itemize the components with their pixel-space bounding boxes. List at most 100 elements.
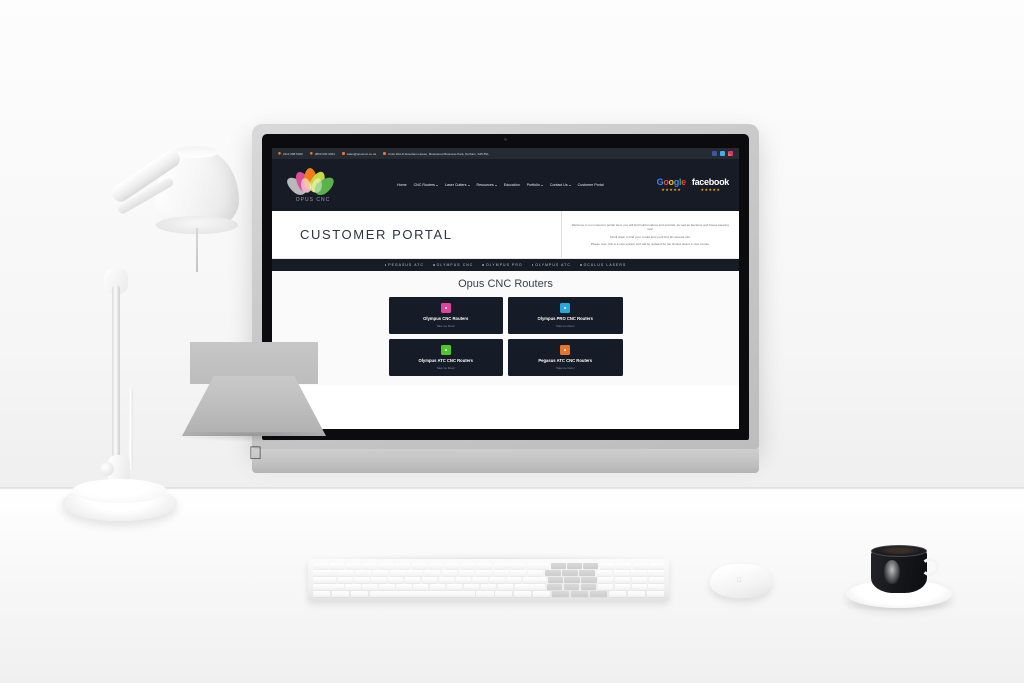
bullet-icon xyxy=(433,264,435,266)
topbar-address-label: Units 20A-D Evesham House, Meanwood Busi… xyxy=(388,151,489,156)
site-logo[interactable]: OPUS CNC xyxy=(282,167,344,203)
card-olympus-cnc-routers-title: Olympus CNC Routers xyxy=(423,316,469,321)
apple-magic-keyboard[interactable] xyxy=(308,559,669,601)
strip-link-olympus-cnc[interactable]: OLYMPUS CNC xyxy=(433,263,473,267)
facebook-icon[interactable] xyxy=(712,151,717,156)
topbar-email[interactable]: sales@opuscnc.co.uk xyxy=(341,151,377,156)
keyboard-rows xyxy=(313,563,665,597)
instagram-icon[interactable] xyxy=(728,151,733,156)
chevron-down-icon xyxy=(568,184,571,186)
cup-rim-and-coffee xyxy=(871,545,927,557)
nav-item-cnc-routers[interactable]: CNC Routers xyxy=(414,183,438,187)
strip-link-pegasus-atc[interactable]: PEGASUS ATC xyxy=(384,263,425,267)
strip-link-olympus-atc-label: OLYMPUS ATC xyxy=(535,263,571,267)
imac-chin xyxy=(252,449,759,473)
topbar-phone-2[interactable]: 0800 030 3454 xyxy=(309,151,335,156)
nav-item-education-label: Education xyxy=(503,183,520,187)
topbar-phone-1[interactable]: 0113 288 5300 xyxy=(278,152,303,156)
topbar-address: Units 20A-D Evesham House, Meanwood Busi… xyxy=(383,152,489,156)
chevron-down-icon xyxy=(540,184,543,186)
apple-logo-icon:  xyxy=(248,444,263,462)
main-content: Opus CNC Routers Olympus CNC Routers Tak… xyxy=(272,271,739,385)
logo-wordmark: OPUS CNC xyxy=(295,196,331,203)
strip-link-olympus-pro[interactable]: OLYMPUS PRO xyxy=(482,263,522,267)
imac-screen: 0113 288 5300 0800 030 3454 sales@opuscn… xyxy=(272,148,739,429)
envelope-icon xyxy=(341,152,345,155)
lamp-shade-top xyxy=(173,146,219,158)
card-pegasus-atc-cnc-routers[interactable]: Pegasus ATC CNC Routers Take me there! xyxy=(508,339,623,376)
topbar-phone-1-label: 0113 288 5300 xyxy=(283,151,303,156)
nav-item-portfolio[interactable]: Portfolio xyxy=(527,183,543,187)
strip-link-oculus-lasers[interactable]: OCULUS LASERS xyxy=(579,263,627,267)
review-badges: Google ★★★★★ facebook ★★★★★ xyxy=(657,178,730,192)
desk-workspace-scene: 0113 288 5300 0800 030 3454 sales@opuscn… xyxy=(0,0,1024,683)
strip-link-olympus-atc[interactable]: OLYMPUS ATC xyxy=(531,263,571,267)
card-olympus-atc-cnc-routers-title: Olympus ATC CNC Routers xyxy=(418,358,473,363)
nav-item-customer-portal-label: Customer Portal xyxy=(577,183,604,187)
cup-graphic xyxy=(884,560,900,584)
site-header: OPUS CNC Home CNC Routers Laser Cutters xyxy=(272,159,739,211)
hero-title-area: CUSTOMER PORTAL xyxy=(272,211,562,258)
imac-stand-shadow xyxy=(172,432,338,442)
keyboard-row xyxy=(313,563,665,569)
hero-section: CUSTOMER PORTAL Welcome to our customer … xyxy=(272,211,739,259)
nav-item-cnc-routers-label: CNC Routers xyxy=(413,183,435,187)
router-tile-icon xyxy=(560,345,571,355)
card-olympus-pro-cnc-routers-title: Olympus PRO CNC Routers xyxy=(537,316,593,321)
lamp-pull-cord[interactable] xyxy=(196,228,198,272)
strip-link-olympus-pro-label: OLYMPUS PRO xyxy=(485,263,523,267)
topbar-phone-2-label: 0800 030 3454 xyxy=(314,151,335,156)
product-card-grid: Olympus CNC Routers Take me there! Olymp… xyxy=(388,297,623,376)
card-pegasus-atc-cnc-routers-subtitle: Take me there! xyxy=(556,366,575,370)
card-olympus-cnc-routers-subtitle: Take me there! xyxy=(436,324,456,328)
product-quicklinks-strip: PEGASUS ATC OLYMPUS CNC OLYMPUS PRO OLYM… xyxy=(272,259,739,271)
card-olympus-pro-cnc-routers-subtitle: Take me there! xyxy=(556,324,575,328)
card-pegasus-atc-cnc-routers-title: Pegasus ATC CNC Routers xyxy=(538,358,593,363)
router-tile-icon xyxy=(440,345,451,355)
nav-item-resources[interactable]: Resources xyxy=(477,183,497,187)
page-title: CUSTOMER PORTAL xyxy=(300,227,453,242)
facebook-star-rating: ★★★★★ xyxy=(700,187,721,192)
phone-icon xyxy=(309,152,313,155)
lamp-adjust-knob[interactable] xyxy=(100,462,114,476)
nav-item-laser-cutters[interactable]: Laser Cutters xyxy=(445,183,470,187)
twitter-icon[interactable] xyxy=(720,151,725,156)
nav-item-contact-us[interactable]: Contact Us xyxy=(550,183,571,187)
webcam-icon xyxy=(504,138,507,141)
nav-item-portfolio-label: Portfolio xyxy=(526,183,540,187)
site-topbar: 0113 288 5300 0800 030 3454 sales@opuscn… xyxy=(272,148,739,159)
nav-item-education[interactable]: Education xyxy=(504,183,520,187)
google-reviews-badge[interactable]: Google ★★★★★ xyxy=(657,178,687,192)
main-navigation: Home CNC Routers Laser Cutters Resources xyxy=(344,183,657,187)
topbar-email-label: sales@opuscnc.co.uk xyxy=(346,151,377,156)
website-viewport: 0113 288 5300 0800 030 3454 sales@opuscn… xyxy=(272,148,739,429)
strip-link-olympus-cnc-label: OLYMPUS CNC xyxy=(436,263,474,267)
nav-item-customer-portal[interactable]: Customer Portal xyxy=(578,183,604,187)
facebook-wordmark: facebook xyxy=(691,177,729,187)
facebook-reviews-badge[interactable]: facebook ★★★★★ xyxy=(692,178,729,192)
phone-icon xyxy=(278,152,281,155)
hero-paragraph-1: Welcome to our customer portal! Here you… xyxy=(571,222,729,232)
location-pin-icon xyxy=(383,152,387,155)
card-olympus-cnc-routers[interactable]: Olympus CNC Routers Take me there! xyxy=(388,297,503,334)
strip-link-pegasus-atc-label: PEGASUS ATC xyxy=(388,263,425,267)
chevron-down-icon xyxy=(435,184,438,186)
nav-item-resources-label: Resources xyxy=(476,183,494,187)
imac-computer: 0113 288 5300 0800 030 3454 sales@opuscn… xyxy=(252,124,759,473)
card-olympus-pro-cnc-routers[interactable]: Olympus PRO CNC Routers Take me there! xyxy=(508,297,623,334)
keyboard-row xyxy=(313,584,664,590)
strip-link-oculus-lasers-label: OCULUS LASERS xyxy=(583,263,627,267)
bullet-icon xyxy=(482,264,484,266)
section-heading: Opus CNC Routers xyxy=(458,278,553,290)
cup-handle[interactable] xyxy=(921,558,939,576)
lamp-brace xyxy=(128,388,133,470)
nav-item-contact-us-label: Contact Us xyxy=(549,183,568,187)
nav-item-laser-cutters-label: Laser Cutters xyxy=(444,183,467,187)
keyboard-row xyxy=(313,570,665,576)
card-olympus-atc-cnc-routers[interactable]: Olympus ATC CNC Routers Take me there! xyxy=(388,339,503,376)
topbar-social-links xyxy=(712,151,733,156)
bullet-icon xyxy=(384,264,387,266)
google-star-rating: ★★★★★ xyxy=(661,187,682,192)
nav-item-home[interactable]: Home xyxy=(397,183,407,187)
chevron-down-icon xyxy=(494,184,497,186)
